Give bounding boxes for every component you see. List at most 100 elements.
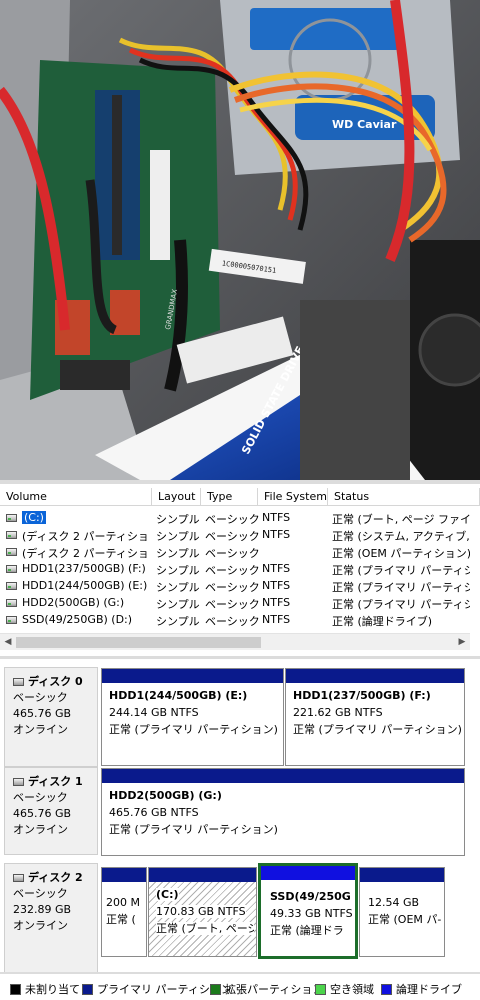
volume-status: 正常 (プライマリ パーティション [332,598,470,611]
partition-status: 正常 (OEM パ- [368,913,442,926]
volume-layout: シンプル [156,581,200,594]
volume-name: (ディスク 2 パーティション 1) [22,530,150,543]
volume-file-system: NTFS [262,579,291,592]
column-header-status[interactable]: Status [328,488,480,506]
legend-swatch [82,983,93,995]
disk-1-name: ディスク 1 [28,775,83,788]
drive-icon [6,599,17,607]
primary-partition-bar [149,868,256,882]
volume-layout: シンプル [156,513,200,526]
volume-list-panel: Volume Layout Type File System Status (C… [0,480,480,656]
column-header-type[interactable]: Type [201,488,258,506]
disk-icon [13,874,24,882]
scroll-left-icon[interactable]: ◀ [2,636,14,648]
volume-type: ベーシック [205,513,259,526]
volume-type: ベーシック [205,581,259,594]
volume-type: ベーシック [205,564,259,577]
partition-size: 221.62 GB NTFS [293,706,383,719]
volume-type: ベーシック [205,615,259,628]
disk-2-state: オンライン [13,919,68,932]
logical-drive-bar [261,866,355,880]
column-header-file-system[interactable]: File System [258,488,328,506]
volume-row[interactable]: (ディスク 2 パーティション 1) シンプルベーシックNTFS 正常 (システム,… [0,527,480,544]
partition-size: 170.83 GB NTFS [156,905,246,918]
volume-row[interactable]: HDD2(500GB) (G:) シンプル ベーシック NTFS 正常 (プライマリ パ… [0,595,480,612]
volume-type: ベーシック [205,530,259,543]
primary-partition-bar [102,868,146,882]
scroll-right-icon[interactable]: ▶ [456,636,468,648]
primary-partition-bar [102,669,283,683]
disk-icon [13,678,24,686]
partition-size: 244.14 GB NTFS [109,706,199,719]
volume-status: 正常 (システム, アクティブ, プ [332,530,470,543]
volume-status: 正常 (OEM パーティション) [332,547,470,560]
legend-label: 論理ドライブ [396,983,462,996]
scrollbar-thumb[interactable] [16,637,261,648]
disk-0-label[interactable]: ディスク 0 ベーシック 465.76 GB オンライン [4,667,98,767]
legend-unallocated: 未割り当て [10,981,80,997]
volume-layout: シンプル [156,547,200,560]
legend-label: 未割り当て [25,983,80,996]
volume-file-system: NTFS [262,511,291,524]
volume-row[interactable]: SSD(49/250GB) (D:) シンプル ベーシック NTFS 正常 (論理ドライ… [0,612,480,629]
disk-1-label[interactable]: ディスク 1 ベーシック 465.76 GB オンライン [4,767,98,855]
partition-hdd2-g[interactable]: HDD2(500GB) (G:) 465.76 GB NTFS 正常 (プライマ… [101,768,465,856]
legend-swatch [381,983,392,995]
partition-ssd-d[interactable]: SSD(49/250G 49.33 GB NTFS 正常 (論理ドラ [258,863,358,959]
volume-file-system: NTFS [262,596,291,609]
disk-2-size: 232.89 GB [13,903,72,916]
volume-row[interactable]: (ディスク 2 パーティション 3) シンプルベーシック 正常 (OEM パーティシ… [0,544,480,561]
partition-oem[interactable]: 12.54 GB 正常 (OEM パ- [359,867,445,957]
volume-name: (C:) [22,511,46,524]
partition-name: (C:) [156,888,179,901]
partition-status: 正常 (プライマリ パーティション) [293,723,462,736]
partition-hdd1-f[interactable]: HDD1(237/500GB) (F:) 221.62 GB NTFS 正常 (… [285,668,465,766]
photo-illustration: WD Caviar GRANDMAX 1C00005070151 SOLID S… [0,0,480,480]
volume-row[interactable]: HDD1(244/500GB) (E:) シンプル ベーシック NTFS 正常 (プライ… [0,578,480,595]
primary-partition-bar [360,868,444,882]
partition-status: 正常 (論理ドラ [270,924,344,937]
partition-hdd1-e[interactable]: HDD1(244/500GB) (E:) 244.14 GB NTFS 正常 (… [101,668,284,766]
column-header-volume[interactable]: Volume [0,488,152,506]
volume-name: HDD1(244/500GB) (E:) [22,579,148,592]
disk-map-panel: ディスク 0 ベーシック 465.76 GB オンライン HDD1(244/50… [0,656,480,973]
partition-status: 正常 (ブート, ページ フ [156,922,254,935]
disk-0-type: ベーシック [13,691,68,704]
legend-bar: 未割り当て プライマリ パーティション 拡張パーティション 空き領域 論理ドライ… [0,972,480,1000]
hdd-brand-label: WD Caviar [332,118,397,131]
volume-layout: シンプル [156,598,200,611]
volume-file-system: NTFS [262,562,291,575]
disk-icon [13,778,24,786]
disk-2-name: ディスク 2 [28,871,83,884]
disk-0-state: オンライン [13,723,68,736]
volume-status: 正常 (プライマリ パーティション [332,581,470,594]
volume-name: HDD2(500GB) (G:) [22,596,125,609]
volume-row[interactable]: HDD1(237/500GB) (F:) シンプル ベーシック NTFS 正常 (プライ… [0,561,480,578]
drive-icon [6,514,17,522]
pc-internals-photo: WD Caviar GRANDMAX 1C00005070151 SOLID S… [0,0,480,480]
volume-status: 正常 (プライマリ パーティション [332,564,470,577]
disk-2-type: ベーシック [13,887,68,900]
volume-status: 正常 (論理ドライブ) [332,615,433,628]
volume-layout: シンプル [156,530,200,543]
partition-size: 49.33 GB NTFS [270,907,353,920]
legend-free-space: 空き領域 [315,981,374,997]
column-header-layout[interactable]: Layout [152,488,201,506]
partition-system-reserved[interactable]: 200 M 正常 ( [101,867,147,957]
volume-name: HDD1(237/500GB) (F:) [22,562,146,575]
partition-c[interactable]: (C:) 170.83 GB NTFS 正常 (ブート, ページ フ [148,867,257,957]
drive-icon [6,531,17,539]
volume-name: SSD(49/250GB) (D:) [22,613,133,626]
drive-icon [6,548,17,556]
horizontal-scrollbar[interactable]: ◀ ▶ [0,633,470,650]
volume-type: ベーシック [205,598,259,611]
volume-row[interactable]: (C:) シンプルベーシックNTFS 正常 (ブート, ページ ファイル, ク [0,510,480,527]
partition-size: 465.76 GB NTFS [109,806,199,819]
volume-layout: シンプル [156,615,200,628]
partition-status: 正常 (プライマリ パーティション) [109,723,278,736]
disk-1-type: ベーシック [13,791,68,804]
legend-swatch [10,983,21,995]
primary-partition-bar [286,669,464,683]
partition-size: 12.54 GB [368,896,420,909]
disk-2-label[interactable]: ディスク 2 ベーシック 232.89 GB オンライン [4,863,98,973]
